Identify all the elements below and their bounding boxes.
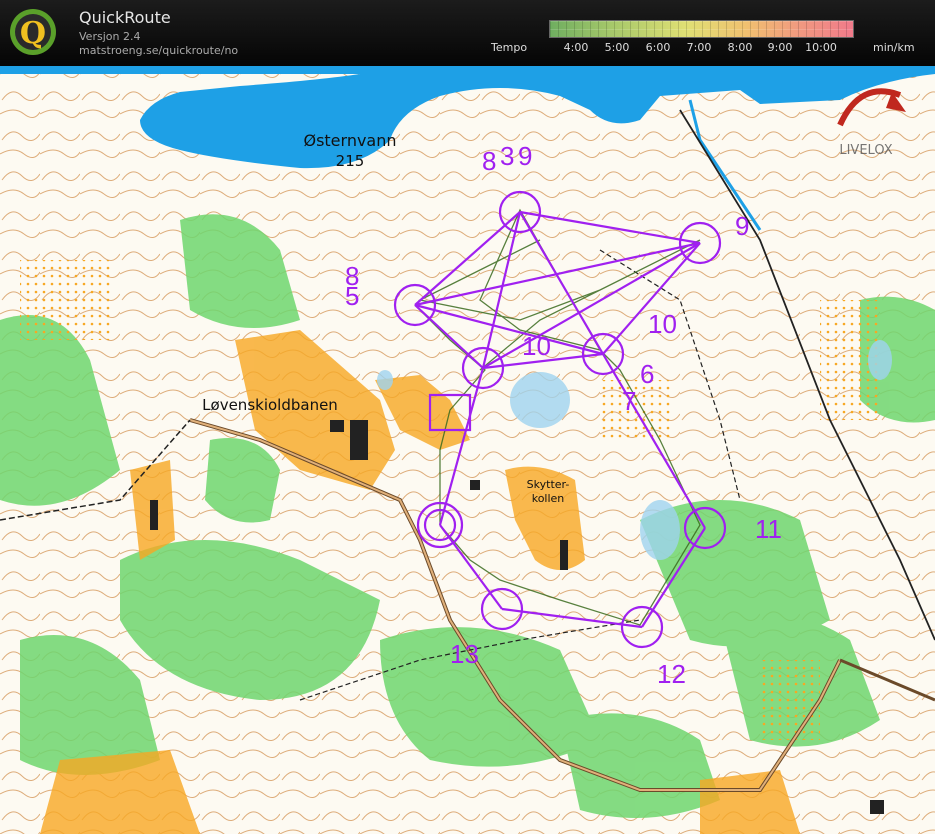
quickroute-logo-icon: Q — [10, 9, 56, 55]
control-number: 3 — [500, 141, 514, 171]
tempo-unit: min/km — [873, 41, 915, 54]
app-title: QuickRoute — [79, 8, 171, 27]
lake-name: Østernvann — [303, 131, 396, 150]
tempo-tick: 4:00 — [563, 41, 589, 54]
tempo-tick: 8:00 — [727, 41, 753, 54]
area-label-skytterkollen-1: Skytter- — [527, 478, 570, 491]
logo-letter: Q — [20, 16, 46, 51]
app-header: Q QuickRoute Versjon 2.4 matstroeng.se/q… — [0, 0, 935, 66]
control-number: 8 — [482, 146, 496, 176]
tempo-tick: 7:00 — [686, 41, 712, 54]
tempo-tick: 10:00 — [805, 41, 837, 54]
livelox-text: LIVELOX — [839, 143, 892, 158]
control-number: 9 — [518, 141, 532, 171]
control-number: 6 — [640, 359, 654, 389]
app-version: Versjon 2.4 — [79, 30, 141, 43]
orienteering-map[interactable]: Østernvann 215 Løvenskioldbanen Skytter-… — [0, 66, 935, 834]
tempo-tick: 6:00 — [645, 41, 671, 54]
area-label-lovenskioldbanen: Løvenskioldbanen — [202, 396, 338, 414]
tempo-tick: 5:00 — [604, 41, 630, 54]
control-number: 10 — [522, 331, 551, 361]
control-number: 9 — [735, 211, 749, 241]
tempo-tick: 9:00 — [767, 41, 793, 54]
lake-height: 215 — [336, 152, 365, 170]
app-url: matstroeng.se/quickroute/no — [79, 44, 239, 57]
control-number: 10 — [648, 309, 677, 339]
control-number: 7 — [622, 386, 636, 416]
tempo-color-scale — [549, 20, 854, 38]
control-number: 11 — [755, 514, 782, 544]
control-number: 8 — [345, 261, 359, 291]
tempo-label: Tempo — [491, 41, 528, 54]
control-number: 12 — [657, 659, 686, 689]
area-label-skytterkollen-2: kollen — [532, 492, 565, 505]
control-number: 13 — [450, 639, 479, 669]
